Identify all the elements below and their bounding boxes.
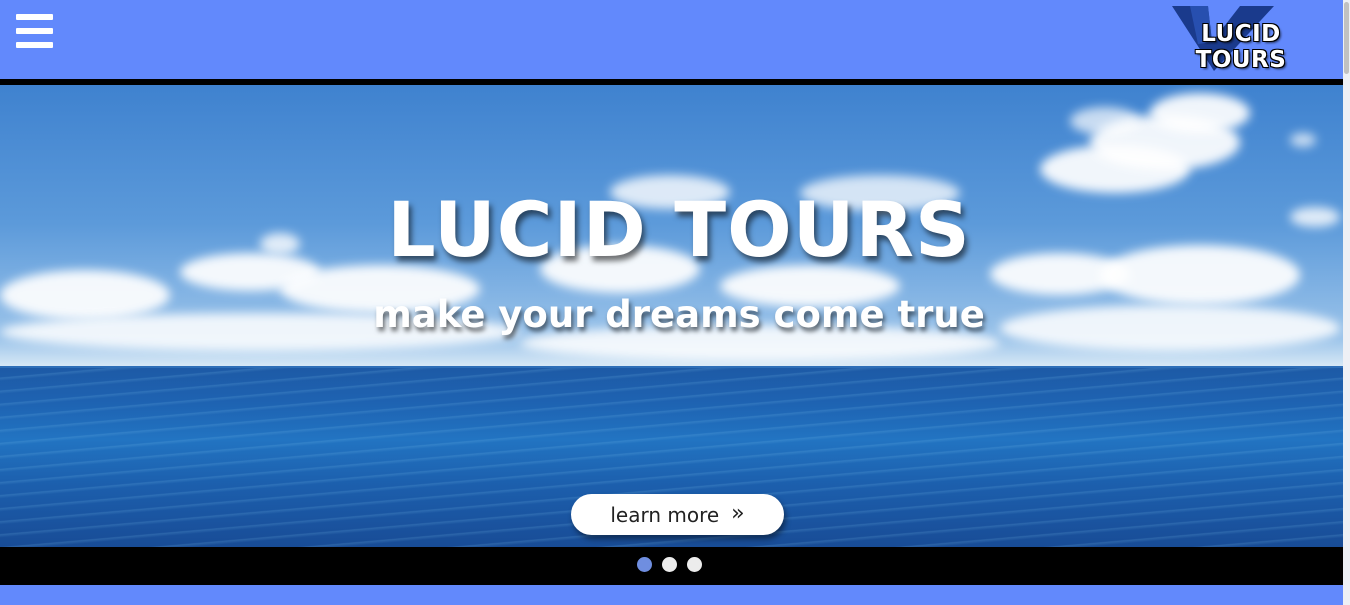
site-logo[interactable]: LUCID TOURS (1150, 4, 1330, 73)
content-section-top (0, 585, 1343, 605)
hamburger-menu-icon[interactable] (16, 14, 53, 48)
logo-text: LUCID TOURS (1195, 21, 1287, 73)
site-header: LUCID TOURS (0, 0, 1343, 79)
scrollbar-thumb[interactable] (1344, 2, 1349, 74)
vertical-scrollbar[interactable] (1343, 0, 1350, 605)
page: LUCID TOURS LUCID TOURS make your dreams… (0, 0, 1350, 605)
slider-dot-3[interactable] (687, 557, 702, 572)
hero-title: LUCID TOURS (387, 185, 971, 274)
hero-subtitle: make your dreams come true (373, 293, 985, 336)
learn-more-label: learn more (610, 502, 720, 527)
slider-pagination (0, 547, 1343, 585)
menu-bar-bottom (16, 42, 53, 48)
learn-more-button[interactable]: learn more » (571, 494, 784, 535)
menu-bar-middle (16, 28, 53, 34)
menu-bar-top (16, 14, 53, 20)
slider-dot-2[interactable] (662, 557, 677, 572)
double-chevron-right-icon: » (731, 500, 745, 526)
hero-slide: LUCID TOURS make your dreams come true l… (0, 85, 1343, 547)
slider-dot-1[interactable] (637, 557, 652, 572)
